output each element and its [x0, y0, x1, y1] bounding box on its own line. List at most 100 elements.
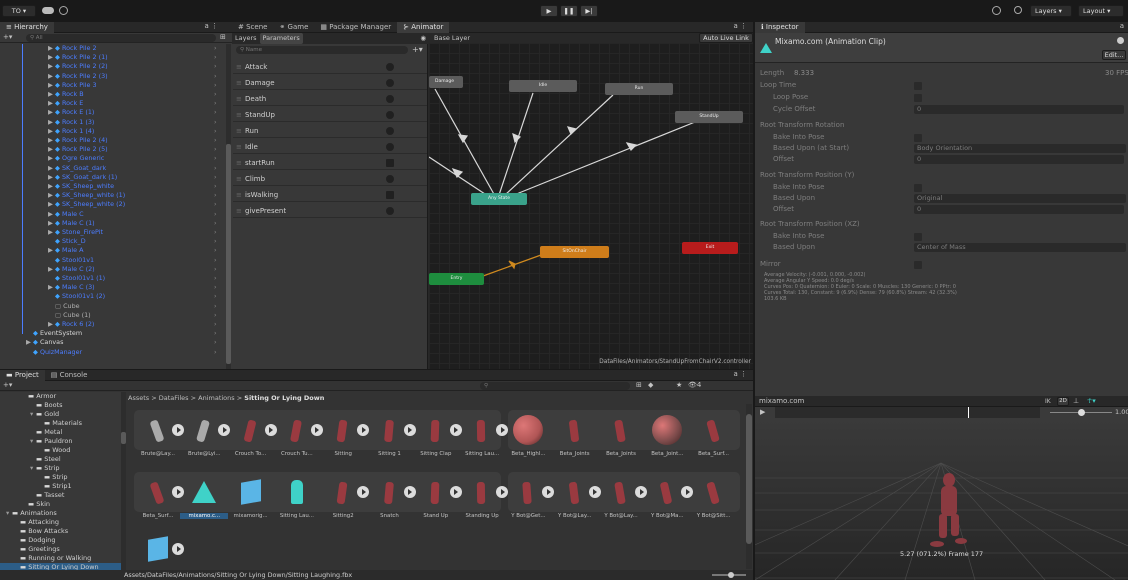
play-expand-icon[interactable]: [449, 424, 462, 436]
expand-arrow-icon[interactable]: ▶: [48, 99, 55, 108]
asset-grid-scrollbar[interactable]: [746, 404, 752, 569]
expand-arrow-icon[interactable]: ▶: [48, 228, 55, 237]
hierarchy-item[interactable]: ▶ ◆ Ogre Generic ›: [48, 154, 225, 163]
chevron-right-icon[interactable]: ›: [214, 283, 217, 292]
chevron-right-icon[interactable]: ›: [214, 182, 217, 191]
hierarchy-item[interactable]: ▶ ◆ Stone_FirePit ›: [48, 228, 225, 237]
dropdown-field[interactable]: Body Orientation: [914, 144, 1126, 153]
expand-arrow-icon[interactable]: ▶: [48, 283, 55, 292]
hierarchy-item[interactable]: ▶ ◆ Rock 1 (4) ›: [48, 127, 225, 136]
chevron-right-icon[interactable]: ›: [214, 265, 217, 274]
timeline-scrubber[interactable]: [775, 407, 1040, 418]
trigger-radio[interactable]: [386, 63, 394, 71]
expand-arrow-icon[interactable]: ▶: [48, 53, 55, 62]
param-row[interactable]: ≡ Damage: [233, 76, 427, 90]
hierarchy-item[interactable]: ◆ EventSystem ›: [26, 329, 217, 338]
param-row[interactable]: ≡ isWalking: [233, 188, 427, 202]
trigger-radio[interactable]: [386, 79, 394, 87]
chevron-right-icon[interactable]: ›: [214, 72, 217, 81]
pivot-icon[interactable]: ⊥: [1073, 396, 1079, 407]
drag-handle-icon[interactable]: ≡: [236, 124, 242, 138]
animator-graph[interactable]: Base Layer Auto Live Link Damage Idle Ru…: [429, 33, 753, 369]
param-name[interactable]: Damage: [245, 79, 275, 87]
play-expand-icon[interactable]: [172, 543, 184, 555]
hierarchy-item[interactable]: ▶ ◆ Rock E (1) ›: [48, 108, 225, 117]
param-row[interactable]: ≡ Idle: [233, 140, 427, 154]
checkbox[interactable]: [914, 232, 922, 241]
hierarchy-item[interactable]: ▶ ◆ Rock Pile 2 (4) ›: [48, 136, 225, 145]
drag-handle-icon[interactable]: ≡: [236, 76, 242, 90]
chevron-right-icon[interactable]: ›: [214, 118, 217, 127]
asset-grid-scroll-thumb[interactable]: [746, 414, 752, 544]
layers-tab[interactable]: Layers: [232, 33, 260, 44]
trigger-radio[interactable]: [386, 127, 394, 135]
pause-button[interactable]: ❚❚: [560, 5, 578, 17]
hierarchy-scrollbar[interactable]: [226, 44, 231, 369]
step-button[interactable]: ▶|: [580, 5, 598, 17]
breadcrumb-animations[interactable]: Animations: [198, 394, 235, 402]
param-name[interactable]: startRun: [245, 159, 275, 167]
expand-arrow-icon[interactable]: ▶: [48, 90, 55, 99]
trigger-radio[interactable]: [386, 207, 394, 215]
play-expand-icon[interactable]: [588, 486, 601, 498]
trigger-radio[interactable]: [386, 175, 394, 183]
param-name[interactable]: Idle: [245, 143, 258, 151]
state-node-standup[interactable]: StandUp: [675, 111, 743, 123]
chevron-right-icon[interactable]: ›: [214, 108, 217, 117]
hierarchy-item[interactable]: ▶ ◆ SK_Goat_dark ›: [48, 164, 225, 173]
hierarchy-item[interactable]: ▶ ◆ Male A ›: [48, 246, 225, 255]
play-expand-icon[interactable]: [496, 424, 509, 436]
checkbox[interactable]: [914, 81, 922, 90]
avatar-icon[interactable]: ☥▾: [1087, 396, 1096, 407]
add-param-button[interactable]: +▾: [412, 45, 423, 54]
chevron-right-icon[interactable]: ›: [214, 90, 217, 99]
play-expand-icon[interactable]: [635, 486, 647, 498]
hierarchy-item[interactable]: ▶ ◆ Rock Pile 2 (5) ›: [48, 145, 225, 154]
play-button[interactable]: ▶: [540, 5, 558, 17]
hierarchy-item[interactable]: ▢ Cube (1) ›: [48, 311, 225, 320]
hierarchy-item[interactable]: ◆ QuizManager ›: [26, 348, 217, 357]
chevron-right-icon[interactable]: ›: [214, 210, 217, 219]
expand-arrow-icon[interactable]: ▶: [26, 338, 33, 347]
chevron-right-icon[interactable]: ›: [214, 145, 217, 154]
hierarchy-item[interactable]: ▢ Cube ›: [48, 302, 225, 311]
eye-icon[interactable]: ◉: [420, 33, 426, 44]
param-row[interactable]: ≡ startRun: [233, 156, 427, 170]
expand-arrow-icon[interactable]: ▶: [48, 72, 55, 81]
chevron-right-icon[interactable]: ›: [214, 154, 217, 163]
checkbox[interactable]: [914, 133, 922, 142]
number-field[interactable]: 0: [914, 205, 1124, 214]
layers-dropdown[interactable]: Layers ▾: [1030, 5, 1072, 17]
speed-slider[interactable]: [1050, 409, 1112, 416]
chevron-right-icon[interactable]: ›: [214, 329, 217, 338]
tab-animator[interactable]: ⊱ Animator: [397, 21, 450, 33]
history-icon[interactable]: [992, 6, 1001, 15]
hierarchy-item[interactable]: ▶ ◆ Male C (3) ›: [48, 283, 225, 292]
dropdown-field[interactable]: Original: [914, 194, 1126, 203]
hierarchy-item[interactable]: ▶ ◆ Rock Pile 2 ›: [48, 44, 225, 53]
chevron-right-icon[interactable]: ›: [214, 62, 217, 71]
chevron-right-icon[interactable]: ›: [214, 246, 217, 255]
hierarchy-item[interactable]: ▶ ◆ Rock B ›: [48, 90, 225, 99]
project-search-input[interactable]: ⚲: [480, 382, 630, 390]
chevron-right-icon[interactable]: ›: [214, 127, 217, 136]
param-search-input[interactable]: ⚲ Name: [236, 46, 408, 54]
filter-label-icon[interactable]: ◆: [648, 381, 653, 389]
number-field[interactable]: 0: [914, 155, 1124, 164]
chevron-right-icon[interactable]: ›: [214, 311, 217, 320]
2d-toggle[interactable]: 2D: [1057, 397, 1069, 406]
parameters-tab[interactable]: Parameters: [259, 33, 303, 44]
hierarchy-item[interactable]: ◆ Stool01v1 (2) ›: [48, 292, 225, 301]
chevron-right-icon[interactable]: ›: [214, 219, 217, 228]
state-node-exit[interactable]: Exit: [682, 242, 738, 254]
bool-checkbox[interactable]: [386, 159, 394, 167]
drag-handle-icon[interactable]: ≡: [236, 60, 242, 74]
param-name[interactable]: Death: [245, 95, 266, 103]
thumbnail-size-slider[interactable]: [712, 572, 746, 578]
preview-play-button[interactable]: ▶: [760, 408, 765, 416]
drag-handle-icon[interactable]: ≡: [236, 188, 242, 202]
param-name[interactable]: Attack: [245, 63, 267, 71]
number-field[interactable]: 0: [914, 105, 1124, 114]
state-node-idle[interactable]: Idle: [509, 80, 577, 92]
chevron-right-icon[interactable]: ›: [214, 237, 217, 246]
